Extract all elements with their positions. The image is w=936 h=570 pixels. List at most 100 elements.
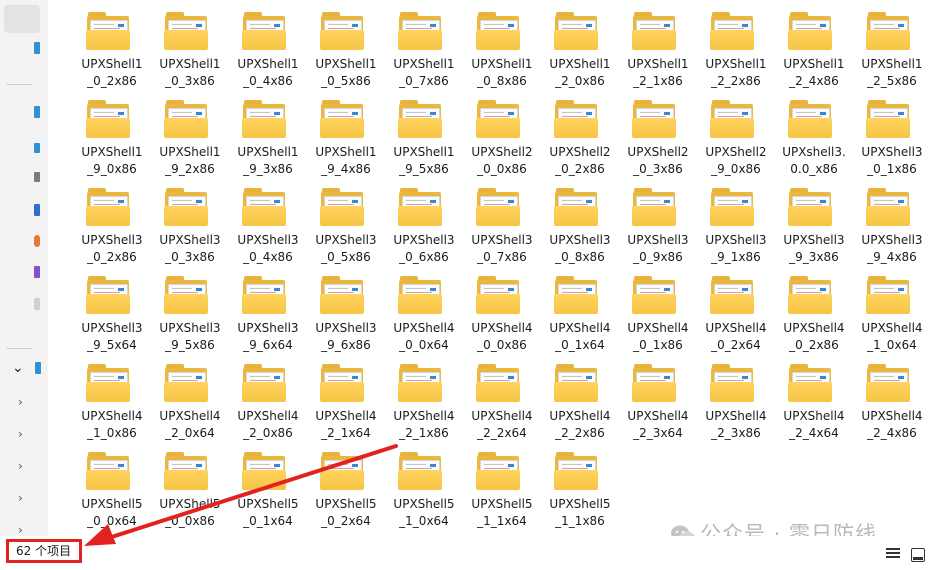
chevron-right-icon[interactable]: › [18,460,23,472]
folder-item[interactable]: UPXShell3 _0_1x86 [853,92,931,180]
folder-item[interactable]: UPXShell1 _0_3x86 [151,4,229,92]
folder-item[interactable]: UPXShell3 _9_5x86 [151,268,229,356]
folder-item[interactable]: UPXShell1 _2_1x86 [619,4,697,92]
folder-item[interactable]: UPXShell1 _2_4x86 [775,4,853,92]
folder-item[interactable]: UPXShell3 _9_4x86 [853,180,931,268]
folder-item[interactable]: UPXShell1 _2_2x86 [697,4,775,92]
folder-item[interactable]: UPXShell3 _0_7x86 [463,180,541,268]
folder-item[interactable]: UPXShell5 _1_0x64 [385,444,463,532]
folder-name-line: _0_3x86 [165,250,215,264]
folder-item[interactable]: UPXShell4 _2_0x64 [151,356,229,444]
folder-item[interactable]: UPXShell1 _9_3x86 [229,92,307,180]
folder-item[interactable]: UPXShell3 _0_4x86 [229,180,307,268]
folder-item[interactable]: UPXShell3 _0_6x86 [385,180,463,268]
folder-item[interactable]: UPXShell4 _2_2x86 [541,356,619,444]
folder-item[interactable]: UPXShell5 _0_0x86 [151,444,229,532]
nav-item-icon[interactable] [34,42,40,54]
folder-item[interactable]: UPXShell2 _0_0x86 [463,92,541,180]
folder-item[interactable]: UPXShell4 _2_4x86 [853,356,931,444]
chevron-down-icon[interactable]: ⌄ [12,361,24,375]
folder-name: UPXShell3 _9_5x64 [73,320,151,354]
folder-item[interactable]: UPXShell3 _0_8x86 [541,180,619,268]
folder-item[interactable]: UPXShell1 _2_0x86 [541,4,619,92]
folder-name-line: UPXShell4 [393,321,455,335]
folder-item[interactable]: UPXShell5 _0_1x64 [229,444,307,532]
folder-name: UPXShell1 _9_0x86 [73,144,151,178]
folder-item[interactable]: UPXShell3 _9_6x64 [229,268,307,356]
folder-name: UPXShell4 _2_2x64 [463,408,541,442]
large-icons-view-icon[interactable] [911,548,925,562]
folder-item[interactable]: UPXShell3 _0_2x86 [73,180,151,268]
folder-item[interactable]: UPXShell5 _0_2x64 [307,444,385,532]
folder-item[interactable]: UPXShell2 _0_2x86 [541,92,619,180]
folder-item[interactable]: UPXShell3 _0_9x86 [619,180,697,268]
chevron-right-icon[interactable]: › [18,428,23,440]
folder-item[interactable]: UPXShell1 _0_2x86 [73,4,151,92]
nav-item-icon[interactable] [34,172,40,182]
folder-name-line: UPXShell4 [783,409,845,423]
folder-item[interactable]: UPXShell1 _0_8x86 [463,4,541,92]
folder-name: UPXShell3 _0_4x86 [229,232,307,266]
nav-item-icon[interactable] [34,106,40,118]
folder-item[interactable]: UPXShell4 _2_1x86 [385,356,463,444]
folder-item[interactable]: UPXShell4 _2_1x64 [307,356,385,444]
folder-name-line: _2_1x86 [633,74,683,88]
folder-item[interactable]: UPXShell5 _0_0x64 [73,444,151,532]
details-view-icon[interactable] [886,548,900,562]
folder-item[interactable]: UPXShell1 _0_4x86 [229,4,307,92]
folder-item[interactable]: UPXShell4 _0_2x64 [697,268,775,356]
nav-item-icon[interactable] [34,143,40,153]
folder-icon [319,100,365,138]
folder-item[interactable]: UPXShell4 _2_0x86 [229,356,307,444]
folder-name-line: _0_0x64 [87,514,137,528]
folder-item[interactable]: UPXShell4 _2_3x64 [619,356,697,444]
folder-icon [163,276,209,314]
folder-item[interactable]: UPXShell3 _0_3x86 [151,180,229,268]
folder-item[interactable]: UPXShell1 _9_5x86 [385,92,463,180]
folder-name: UPXShell3 _9_5x86 [151,320,229,354]
folder-item[interactable]: UPXShell3 _9_3x86 [775,180,853,268]
nav-selected-item[interactable] [4,5,40,33]
nav-item-icon[interactable] [34,235,40,247]
chevron-right-icon[interactable]: › [18,492,23,504]
folder-name-line: _2_1x86 [399,426,449,440]
folder-item[interactable]: UPXShell3 _9_5x64 [73,268,151,356]
folder-item[interactable]: UPXShell4 _0_1x86 [619,268,697,356]
folder-item[interactable]: UPXShell4 _0_2x86 [775,268,853,356]
folder-icon [163,188,209,226]
folder-item[interactable]: UPXShell4 _1_0x64 [853,268,931,356]
folder-item[interactable]: UPXShell4 _2_3x86 [697,356,775,444]
chevron-right-icon[interactable]: › [18,396,23,408]
folder-item[interactable]: UPXShell3 _0_5x86 [307,180,385,268]
status-bar [0,536,936,570]
nav-item-icon[interactable] [34,298,40,310]
folder-item[interactable]: UPXShell5 _1_1x64 [463,444,541,532]
folder-item[interactable]: UPXShell1 _2_5x86 [853,4,931,92]
folder-item[interactable]: UPXShell4 _1_0x86 [73,356,151,444]
folder-item[interactable]: UPXShell1 _9_0x86 [73,92,151,180]
folder-name-line: UPXShell3 [627,233,689,247]
folder-item[interactable]: UPXShell4 _2_4x64 [775,356,853,444]
folder-item[interactable]: UPXshell3. 0.0_x86 [775,92,853,180]
folder-item[interactable]: UPXShell2 _0_3x86 [619,92,697,180]
folder-item[interactable]: UPXShell1 _0_7x86 [385,4,463,92]
folder-item[interactable]: UPXShell4 _0_1x64 [541,268,619,356]
nav-item-icon[interactable] [34,204,40,216]
nav-item-icon[interactable] [34,266,40,278]
folder-item[interactable]: UPXShell1 _9_2x86 [151,92,229,180]
folder-item[interactable]: UPXShell2 _9_0x86 [697,92,775,180]
folder-name-line: UPXShell1 [627,57,689,71]
folder-item[interactable]: UPXShell3 _9_6x86 [307,268,385,356]
nav-item-icon[interactable] [35,362,41,374]
chevron-right-icon[interactable]: › [18,524,23,536]
folder-item[interactable]: UPXShell1 _0_5x86 [307,4,385,92]
folder-item[interactable]: UPXShell4 _2_2x64 [463,356,541,444]
folder-item[interactable]: UPXShell3 _9_1x86 [697,180,775,268]
folder-item[interactable]: UPXShell5 _1_1x86 [541,444,619,532]
folder-name: UPXShell3 _0_3x86 [151,232,229,266]
folder-item[interactable]: UPXShell4 _0_0x64 [385,268,463,356]
folder-item[interactable]: UPXShell1 _9_4x86 [307,92,385,180]
folder-item[interactable]: UPXShell4 _0_0x86 [463,268,541,356]
folder-name: UPXShell3 _0_6x86 [385,232,463,266]
nav-divider [6,84,32,85]
